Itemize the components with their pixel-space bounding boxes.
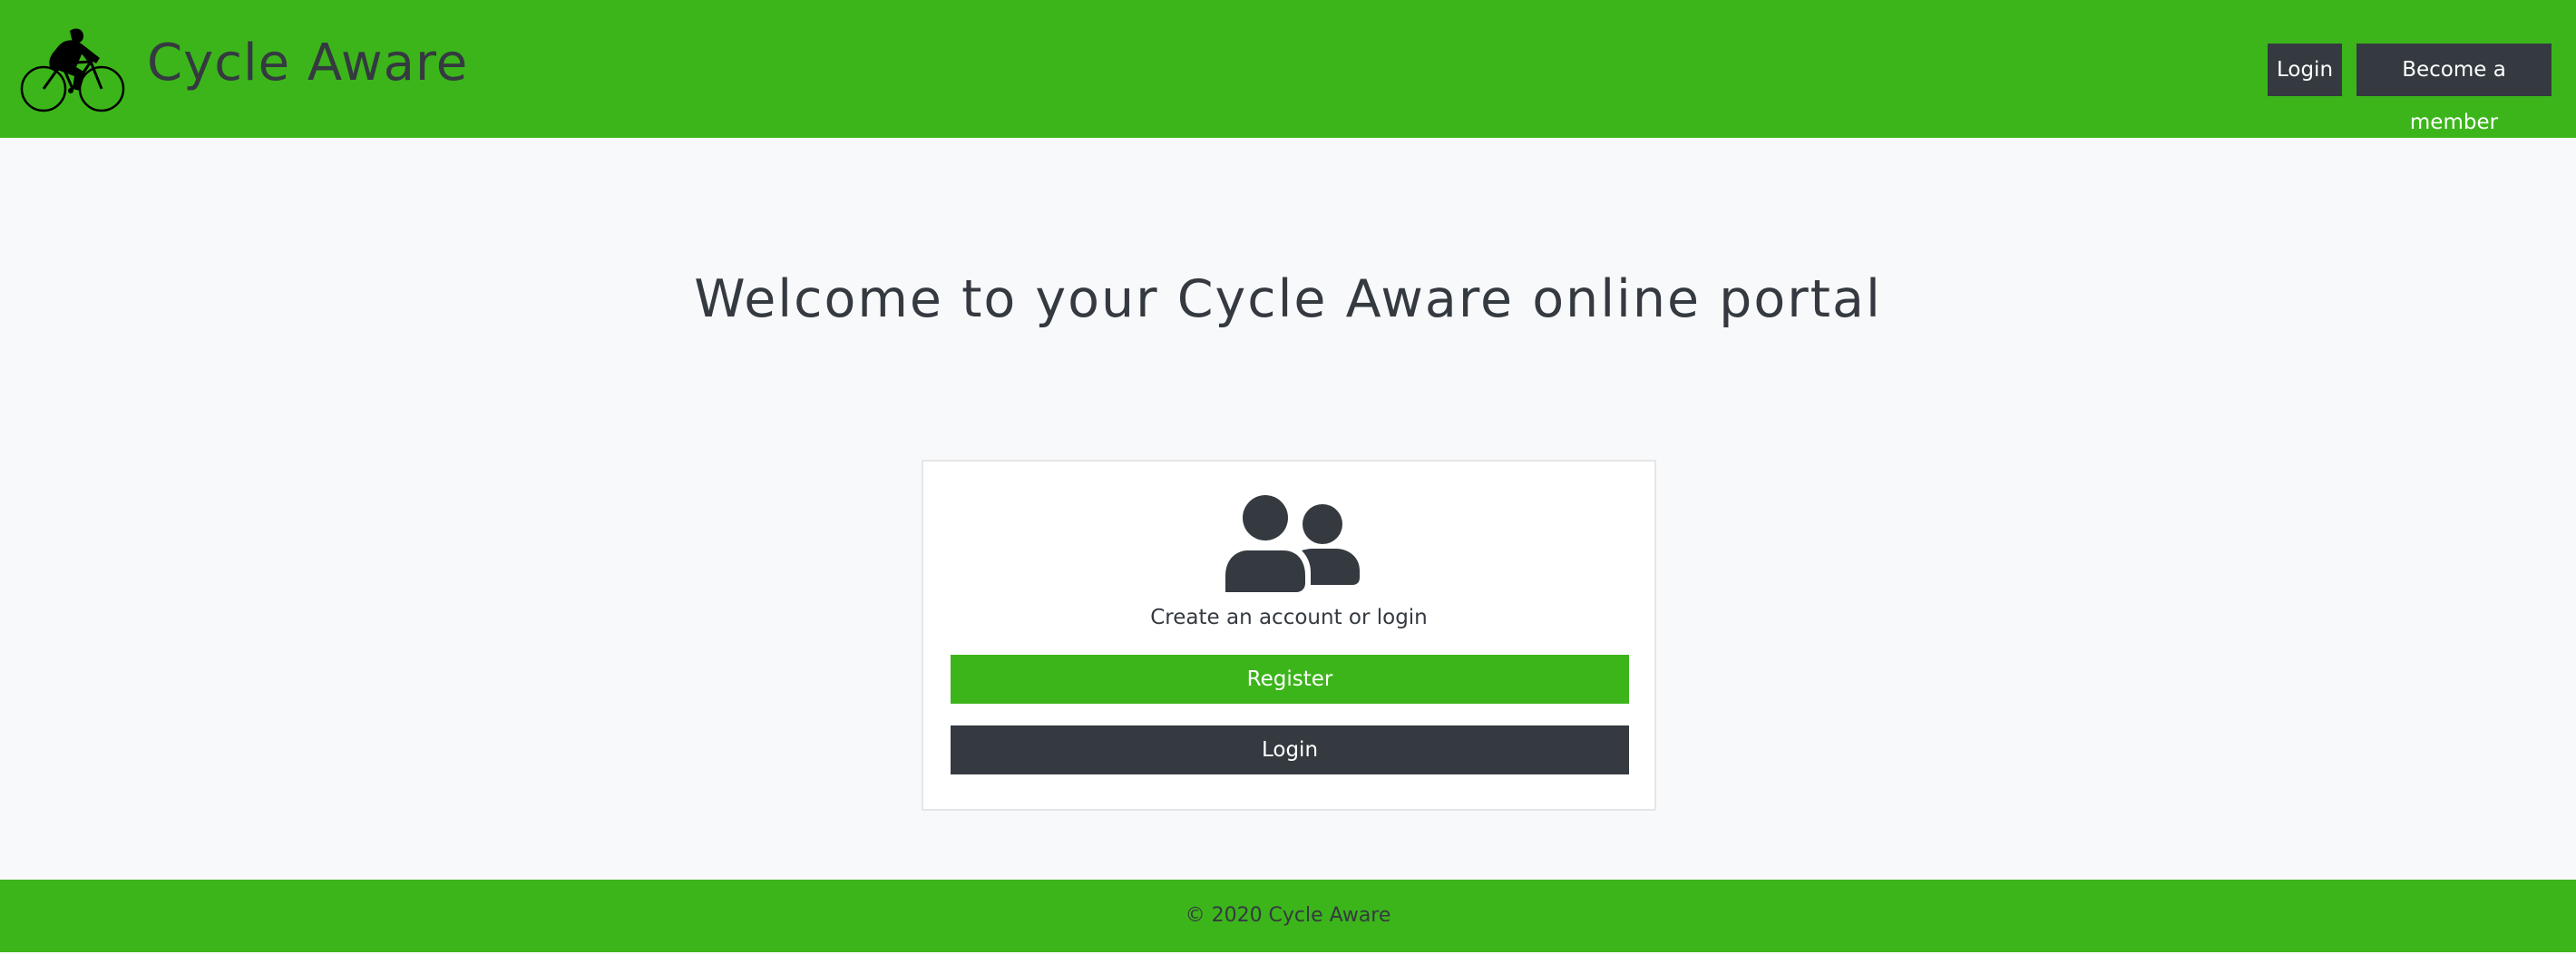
cyclist-icon[interactable] — [20, 22, 125, 116]
auth-card: Create an account or login Register Logi… — [922, 460, 1656, 811]
register-button[interactable]: Register — [951, 655, 1629, 704]
page-title: Welcome to your Cycle Aware online porta… — [694, 269, 1882, 329]
top-navbar: Cycle Aware Login Become a member — [0, 0, 2576, 138]
login-button[interactable]: Login — [951, 725, 1629, 774]
footer: © 2020 Cycle Aware — [0, 880, 2576, 952]
card-prompt-text: Create an account or login — [1150, 606, 1428, 629]
become-member-button[interactable]: Become a member — [2356, 44, 2552, 134]
brand-name[interactable]: Cycle Aware — [147, 27, 468, 100]
copyright-text: © 2020 Cycle Aware — [1185, 904, 1391, 927]
users-icon — [1225, 495, 1360, 592]
nav-login-button[interactable]: Login — [2268, 44, 2342, 96]
